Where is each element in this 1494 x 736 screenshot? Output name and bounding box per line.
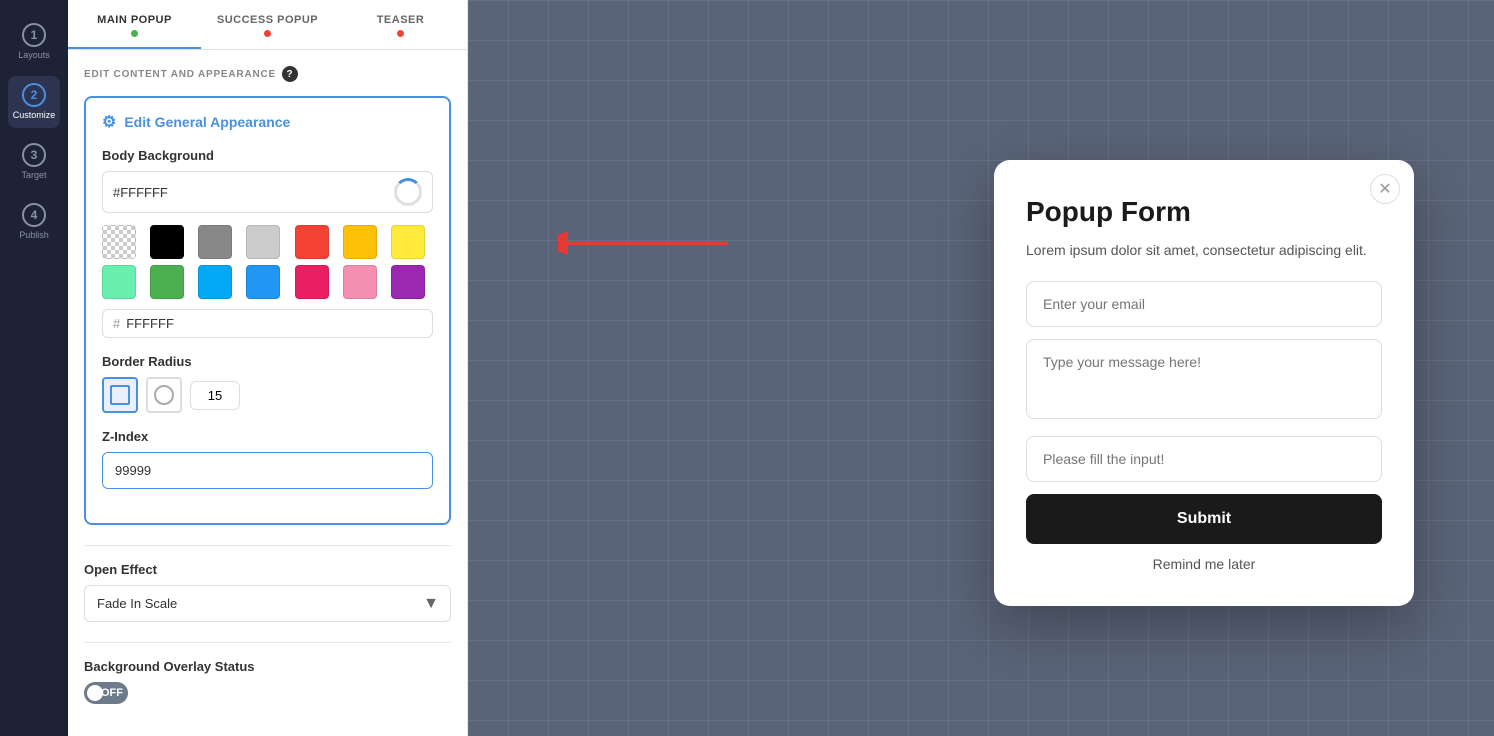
section-header: EDIT CONTENT AND APPEARANCE ? — [84, 66, 451, 82]
swatch-amber[interactable] — [343, 225, 377, 259]
step-num-2: 2 — [22, 83, 46, 107]
sidebar-label-target: Target — [21, 171, 46, 181]
swatch-purple[interactable] — [391, 265, 425, 299]
border-radius-input[interactable] — [190, 381, 240, 410]
swatch-transparent[interactable] — [102, 225, 136, 259]
swatch-gray[interactable] — [198, 225, 232, 259]
color-input-wrap[interactable] — [102, 171, 433, 213]
swatch-black[interactable] — [150, 225, 184, 259]
appearance-title-text: Edit General Appearance — [124, 114, 290, 130]
appearance-box: ⚙ Edit General Appearance Body Backgroun… — [84, 96, 451, 525]
tab-success-dot — [264, 30, 271, 37]
sidebar-label-customize: Customize — [13, 111, 56, 121]
border-radius-row — [102, 377, 433, 413]
sidebar-item-layouts[interactable]: 1 Layouts — [8, 16, 60, 68]
gear-icon: ⚙ — [102, 112, 116, 132]
color-spinner — [394, 178, 422, 206]
arrow-annotation — [558, 218, 738, 273]
body-background-label: Body Background — [102, 148, 433, 163]
popup-message-input[interactable] — [1026, 339, 1382, 419]
tab-teaser[interactable]: TEASER — [334, 0, 467, 49]
border-radius-label: Border Radius — [102, 354, 433, 369]
tab-teaser-label: TEASER — [377, 14, 425, 26]
step-num-1: 1 — [22, 23, 46, 47]
popup-submit-button[interactable]: Submit — [1026, 494, 1382, 544]
tab-success-label: SUCCESS POPUP — [217, 14, 318, 26]
open-effect-select-wrap: Fade In Scale Slide In Top Slide In Bott… — [84, 585, 451, 622]
popup-skip-button[interactable]: Remind me later — [1026, 556, 1382, 572]
tab-teaser-dot — [397, 30, 404, 37]
sidebar-label-layouts: Layouts — [18, 51, 50, 61]
swatch-light-blue[interactable] — [198, 265, 232, 299]
swatch-yellow[interactable] — [391, 225, 425, 259]
br-rounded-option[interactable] — [146, 377, 182, 413]
tab-success-popup[interactable]: SUCCESS POPUP — [201, 0, 334, 49]
swatch-light-pink[interactable] — [343, 265, 377, 299]
toggle-label: OFF — [101, 687, 123, 699]
overlay-label: Background Overlay Status — [84, 659, 451, 674]
toggle-row: OFF — [84, 682, 451, 704]
hex-input[interactable] — [126, 316, 422, 331]
swatches-grid — [102, 225, 433, 299]
popup-close-button[interactable]: ✕ — [1370, 174, 1400, 204]
tab-main-dot — [131, 30, 138, 37]
hex-hash: # — [113, 316, 120, 331]
popup-extra-input[interactable] — [1026, 436, 1382, 482]
swatch-blue[interactable] — [246, 265, 280, 299]
swatch-pink[interactable] — [295, 265, 329, 299]
section-label: EDIT CONTENT AND APPEARANCE — [84, 69, 276, 80]
br-rounded-icon — [154, 385, 174, 405]
panel: MAIN POPUP SUCCESS POPUP TEASER EDIT CON… — [68, 0, 468, 736]
swatch-light-gray[interactable] — [246, 225, 280, 259]
popup-title: Popup Form — [1026, 196, 1382, 228]
open-effect-label: Open Effect — [84, 562, 451, 577]
hex-input-row[interactable]: # — [102, 309, 433, 338]
open-effect-select[interactable]: Fade In Scale Slide In Top Slide In Bott… — [84, 585, 451, 622]
divider-2 — [84, 642, 451, 643]
sidebar: 1 Layouts 2 Customize 3 Target 4 Publish — [0, 0, 68, 736]
sidebar-item-publish[interactable]: 4 Publish — [8, 196, 60, 248]
tab-main-label: MAIN POPUP — [97, 14, 172, 26]
sidebar-item-customize[interactable]: 2 Customize — [8, 76, 60, 128]
sidebar-label-publish: Publish — [19, 231, 49, 241]
divider-1 — [84, 545, 451, 546]
step-num-4: 4 — [22, 203, 46, 227]
swatch-green[interactable] — [150, 265, 184, 299]
tab-main-popup[interactable]: MAIN POPUP — [68, 0, 201, 49]
br-sharp-icon — [110, 385, 130, 405]
br-sharp-option[interactable] — [102, 377, 138, 413]
color-value-input[interactable] — [113, 185, 394, 200]
popup-description: Lorem ipsum dolor sit amet, consectetur … — [1026, 240, 1382, 261]
panel-content: EDIT CONTENT AND APPEARANCE ? ⚙ Edit Gen… — [68, 50, 467, 736]
popup-email-input[interactable] — [1026, 281, 1382, 327]
help-icon[interactable]: ? — [282, 66, 298, 82]
sidebar-item-target[interactable]: 3 Target — [8, 136, 60, 188]
z-index-input[interactable] — [102, 452, 433, 489]
z-index-label: Z-Index — [102, 429, 433, 444]
tabs-bar: MAIN POPUP SUCCESS POPUP TEASER — [68, 0, 467, 50]
popup-modal: ✕ Popup Form Lorem ipsum dolor sit amet,… — [994, 160, 1414, 606]
swatch-red[interactable] — [295, 225, 329, 259]
overlay-toggle[interactable]: OFF — [84, 682, 128, 704]
swatch-light-green[interactable] — [102, 265, 136, 299]
canvas: ✕ Popup Form Lorem ipsum dolor sit amet,… — [468, 0, 1494, 736]
appearance-title: ⚙ Edit General Appearance — [102, 112, 433, 132]
step-num-3: 3 — [22, 143, 46, 167]
